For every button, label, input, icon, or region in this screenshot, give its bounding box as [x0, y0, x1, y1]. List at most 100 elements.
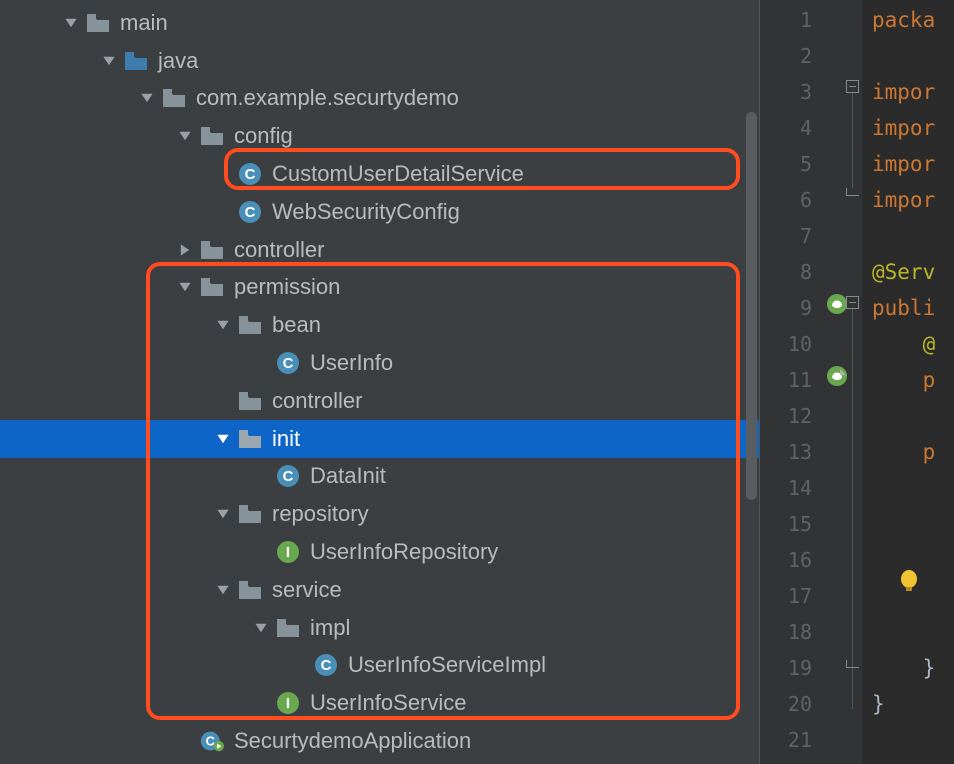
tree-item-repository[interactable]: repository: [0, 495, 759, 533]
line-number: 9: [800, 290, 812, 326]
tree-label: java: [158, 48, 198, 74]
package-icon: [238, 427, 262, 451]
tree-item-user-info[interactable]: C UserInfo: [0, 344, 759, 382]
line-number: 10: [788, 326, 812, 362]
svg-text:I: I: [286, 544, 290, 561]
class-icon: C: [314, 653, 338, 677]
chevron-down-icon[interactable]: [176, 278, 194, 296]
tree-label: main: [120, 10, 168, 36]
line-number: 7: [800, 218, 812, 254]
svg-text:C: C: [283, 355, 294, 372]
tree-item-init[interactable]: init: [0, 420, 759, 458]
tree-item-bean[interactable]: bean: [0, 306, 759, 344]
chevron-right-icon[interactable]: [176, 241, 194, 259]
svg-text:C: C: [245, 166, 256, 183]
tree-item-user-info-service[interactable]: I UserInfoService: [0, 684, 759, 722]
class-icon: C: [276, 351, 300, 375]
fold-toggle-icon[interactable]: [846, 80, 859, 93]
fold-guide: [852, 93, 853, 188]
spring-bean-gutter-icon[interactable]: [826, 365, 852, 391]
tree-item-package[interactable]: com.example.securtydemo: [0, 80, 759, 118]
chevron-down-icon[interactable]: [100, 52, 118, 70]
package-icon: [238, 313, 262, 337]
tree-label: bean: [272, 312, 321, 338]
spring-boot-run-icon: C: [200, 729, 224, 753]
tree-item-user-info-repository[interactable]: I UserInfoRepository: [0, 533, 759, 571]
code-token: impor: [872, 116, 935, 140]
folder-icon: [86, 11, 110, 35]
intention-bulb-icon[interactable]: [896, 568, 922, 594]
package-icon: [200, 124, 224, 148]
code-token: p: [923, 440, 936, 464]
tree-label: WebSecurityConfig: [272, 199, 460, 225]
tree-item-permission[interactable]: permission: [0, 269, 759, 307]
tree-label: controller: [272, 388, 362, 414]
code-token: }: [923, 656, 936, 680]
fold-end-icon: [846, 660, 859, 668]
code-token: p: [923, 368, 936, 392]
tree-item-custom-user-detail-service[interactable]: C CustomUserDetailService: [0, 155, 759, 193]
tree-label: CustomUserDetailService: [272, 161, 524, 187]
chevron-down-icon[interactable]: [214, 430, 232, 448]
tree-label: repository: [272, 501, 369, 527]
line-number: 11: [788, 362, 812, 398]
chevron-down-icon[interactable]: [138, 89, 156, 107]
svg-text:C: C: [283, 468, 294, 485]
tree-item-main[interactable]: main: [0, 4, 759, 42]
line-number: 2: [800, 38, 812, 74]
code-token: impor: [872, 188, 935, 212]
tree-label: UserInfoServiceImpl: [348, 652, 546, 678]
package-icon: [238, 578, 262, 602]
interface-icon: I: [276, 691, 300, 715]
tree-item-service[interactable]: service: [0, 571, 759, 609]
line-number: 8: [800, 254, 812, 290]
tree-label: UserInfo: [310, 350, 393, 376]
code-token: publi: [872, 296, 935, 320]
chevron-down-icon[interactable]: [214, 581, 232, 599]
tree-label: DataInit: [310, 463, 386, 489]
chevron-down-icon[interactable]: [252, 619, 270, 637]
code-token: impor: [872, 152, 935, 176]
tree-label: SecurtydemoApplication: [234, 728, 471, 754]
line-number: 20: [788, 686, 812, 722]
line-numbers: 1 2 3 4 5 6 7 8 9 10 11 12 13 14 15 16 1…: [760, 0, 822, 764]
tree-item-application[interactable]: C SecurtydemoApplication: [0, 722, 759, 760]
svg-text:C: C: [206, 733, 215, 748]
chevron-down-icon[interactable]: [62, 14, 80, 32]
tree-label: controller: [234, 237, 324, 263]
vertical-scrollbar[interactable]: [746, 112, 757, 500]
tree-item-web-security-config[interactable]: C WebSecurityConfig: [0, 193, 759, 231]
tree-item-config[interactable]: config: [0, 117, 759, 155]
package-icon: [200, 275, 224, 299]
line-number: 6: [800, 182, 812, 218]
code-token: packa: [872, 8, 935, 32]
fold-guide: [852, 309, 853, 709]
svg-text:C: C: [321, 657, 332, 674]
project-tree-panel[interactable]: main java com.example.securtydemo config: [0, 0, 759, 764]
tree-label: init: [272, 426, 300, 452]
svg-text:C: C: [245, 204, 256, 221]
line-number: 18: [788, 614, 812, 650]
editor-content[interactable]: packa impor impor impor impor @Serv publ…: [862, 0, 954, 764]
line-number: 1: [800, 2, 812, 38]
tree-label: UserInfoService: [310, 690, 467, 716]
line-number: 21: [788, 722, 812, 758]
svg-text:I: I: [286, 695, 290, 712]
chevron-down-icon[interactable]: [214, 316, 232, 334]
tree-item-impl[interactable]: impl: [0, 609, 759, 647]
tree-item-java[interactable]: java: [0, 42, 759, 80]
tree-item-data-init[interactable]: C DataInit: [0, 458, 759, 496]
tree-item-controller[interactable]: controller: [0, 231, 759, 269]
chevron-down-icon[interactable]: [214, 505, 232, 523]
tree-label: impl: [310, 615, 350, 641]
code-token: impor: [872, 80, 935, 104]
tree-label: com.example.securtydemo: [196, 85, 459, 111]
tree-label: UserInfoRepository: [310, 539, 498, 565]
tree-item-user-info-service-impl[interactable]: C UserInfoServiceImpl: [0, 647, 759, 685]
class-icon: C: [238, 200, 262, 224]
chevron-down-icon[interactable]: [176, 127, 194, 145]
tree-item-perm-controller[interactable]: controller: [0, 382, 759, 420]
package-icon: [276, 616, 300, 640]
package-icon: [238, 502, 262, 526]
fold-toggle-icon[interactable]: [846, 296, 859, 309]
